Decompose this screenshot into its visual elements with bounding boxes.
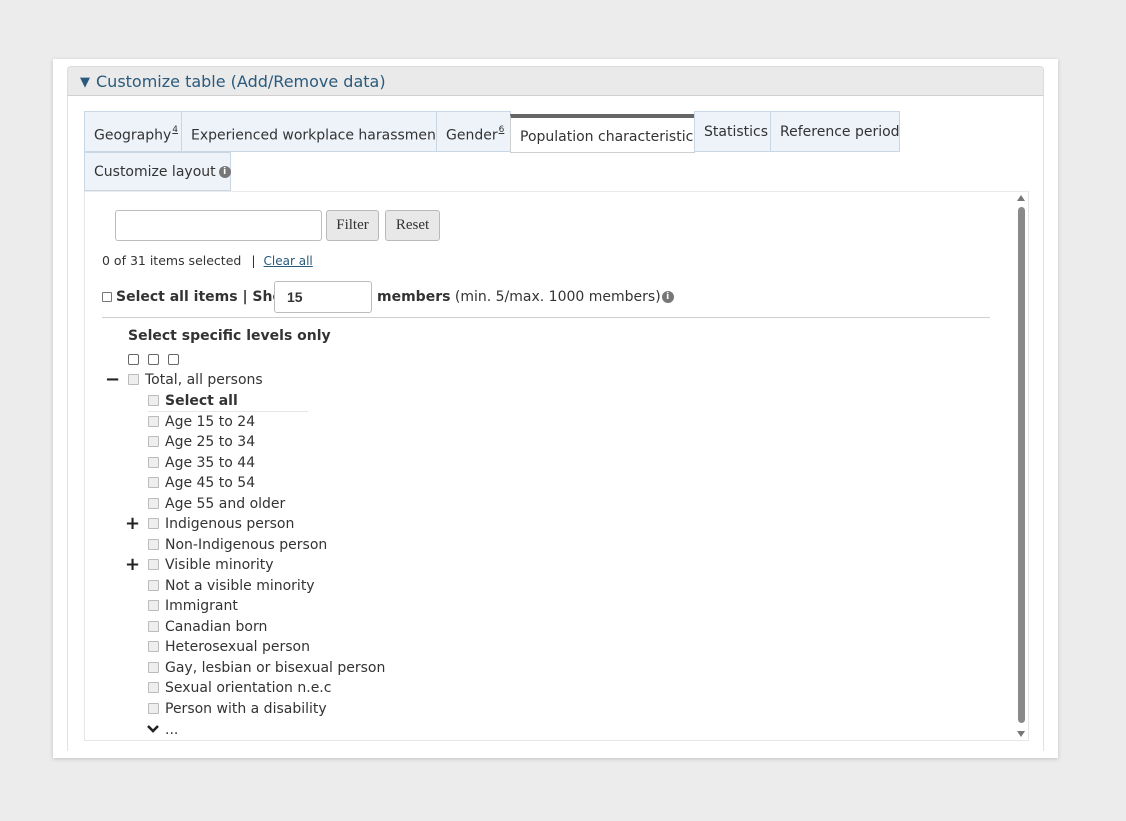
item-checkbox[interactable] [148, 539, 159, 550]
item-checkbox[interactable] [148, 416, 159, 427]
item-checkbox[interactable] [148, 580, 159, 591]
list-item[interactable]: Age 55 and older [148, 494, 285, 514]
scroll-up-arrow-icon[interactable] [1017, 195, 1025, 201]
scroll-down-arrow-icon[interactable] [1017, 731, 1025, 737]
list-item[interactable]: Age 35 to 44 [148, 453, 255, 473]
vertical-scrollbar[interactable] [1015, 193, 1028, 739]
tree-root-checkbox[interactable] [128, 374, 139, 385]
tab-customize-layout[interactable]: Customize layout i [84, 152, 231, 191]
item-checkbox[interactable] [148, 436, 159, 447]
panel-header[interactable]: ▼ Customize table (Add/Remove data) [67, 66, 1044, 96]
tab-statistics[interactable]: Statistics [694, 111, 771, 152]
show-more-row[interactable]: ... [147, 720, 178, 740]
info-icon[interactable]: i [218, 166, 231, 178]
chevron-down-icon[interactable] [147, 724, 159, 734]
panel-title[interactable]: ▼ Customize table (Add/Remove data) [80, 72, 386, 91]
level-3-checkbox[interactable] [168, 354, 179, 365]
item-checkbox[interactable] [148, 703, 159, 714]
item-checkbox[interactable] [148, 662, 159, 673]
filter-input[interactable] [115, 210, 322, 241]
plus-icon[interactable]: + [125, 515, 140, 533]
tree-root[interactable]: Total, all persons [128, 370, 263, 390]
tab-geography[interactable]: Geography4 [84, 111, 182, 152]
show-members-input[interactable] [274, 281, 372, 313]
list-item[interactable]: Non-Indigenous person [148, 535, 327, 555]
list-item[interactable]: Age 15 to 24 [148, 412, 255, 432]
clear-all-link[interactable]: Clear all [264, 254, 313, 268]
select-all-row: Select all items | Show [102, 281, 295, 313]
list-item[interactable]: Sexual orientation n.e.c [148, 678, 331, 698]
select-levels-label: Select specific levels only [128, 328, 331, 344]
list-item[interactable]: Visible minority [148, 555, 274, 575]
minus-icon[interactable]: − [105, 371, 120, 389]
info-icon[interactable]: i [661, 291, 674, 303]
list-item[interactable]: Heterosexual person [148, 637, 310, 657]
scrollbar-thumb[interactable] [1018, 207, 1025, 723]
list-item[interactable]: Canadian born [148, 617, 267, 637]
item-checkbox[interactable] [148, 559, 159, 570]
item-checkbox[interactable] [148, 457, 159, 468]
list-item[interactable]: Gay, lesbian or bisexual person [148, 658, 385, 678]
level-2-checkbox[interactable] [148, 354, 159, 365]
item-checkbox[interactable] [148, 518, 159, 529]
tab-experienced-workplace-harassment[interactable]: Experienced workplace harassment5 [181, 111, 448, 152]
tab-gender[interactable]: Gender6 [436, 111, 511, 152]
list-item[interactable]: Person with a disability [148, 699, 327, 719]
list-item[interactable]: Not a visible minority [148, 576, 315, 596]
tab-population-characteristics[interactable]: Population characteristics [510, 114, 701, 153]
list-item[interactable]: Age 25 to 34 [148, 432, 255, 452]
filter-button[interactable]: Filter [326, 210, 379, 241]
tree-select-all[interactable]: Select all [148, 391, 238, 411]
item-checkbox[interactable] [148, 641, 159, 652]
list-item[interactable]: Age 45 to 54 [148, 473, 255, 493]
item-checkbox[interactable] [148, 600, 159, 611]
list-item[interactable]: Immigrant [148, 596, 238, 616]
item-checkbox[interactable] [148, 621, 159, 632]
item-checkbox[interactable] [148, 498, 159, 509]
triangle-down-icon: ▼ [80, 75, 90, 90]
select-all-checkbox[interactable] [148, 395, 159, 406]
selection-count: 0 of 31 items selected | Clear all [102, 253, 313, 268]
list-item[interactable]: Indigenous person [148, 514, 294, 534]
item-checkbox[interactable] [148, 682, 159, 693]
item-checkbox[interactable] [148, 477, 159, 488]
tab-reference-period[interactable]: Reference period [770, 111, 900, 152]
members-text: members (min. 5/max. 1000 members) i [377, 289, 674, 305]
plus-icon[interactable]: + [125, 556, 140, 574]
level-1-checkbox[interactable] [128, 354, 139, 365]
divider [102, 317, 990, 318]
select-all-items-checkbox[interactable] [102, 292, 112, 302]
reset-button[interactable]: Reset [385, 210, 440, 241]
